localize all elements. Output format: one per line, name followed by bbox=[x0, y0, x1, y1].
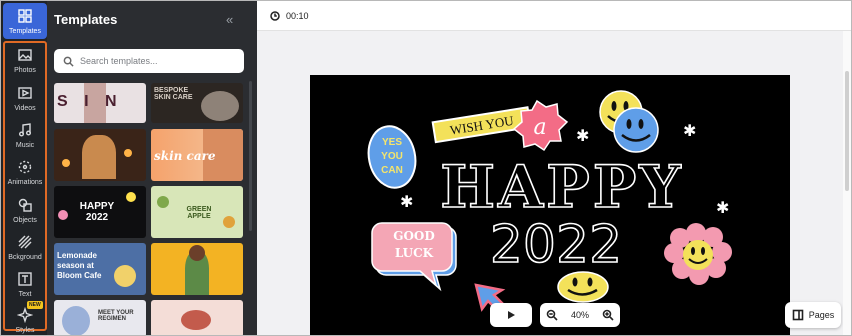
svg-text:✱: ✱ bbox=[716, 198, 729, 217]
thumb-text: HAPPY 2022 bbox=[79, 201, 115, 223]
templates-panel: Templates « S I N BESPOKE SKIN CARE skin… bbox=[47, 1, 257, 335]
zoom-level: 40% bbox=[570, 310, 589, 320]
search-icon bbox=[63, 56, 74, 67]
clock-icon bbox=[270, 10, 280, 21]
duration-text: 00:10 bbox=[286, 10, 309, 21]
rail-label-templates: Templates bbox=[9, 27, 41, 35]
can-text: CAN bbox=[381, 165, 403, 176]
new-badge: NEW bbox=[27, 301, 43, 309]
smiley-bottom-icon bbox=[557, 271, 609, 303]
photo-icon bbox=[18, 49, 32, 61]
template-thumb[interactable]: GREEN APPLE bbox=[151, 186, 243, 238]
rail-item-animations[interactable]: Animations bbox=[3, 159, 47, 186]
canvas-artwork: WISH YOU a YES YOU CAN ✱ ✱ ✱ ✱ HAPPY 202… bbox=[367, 90, 732, 319]
design-canvas[interactable]: WISH YOU a YES YOU CAN ✱ ✱ ✱ ✱ HAPPY 202… bbox=[310, 75, 790, 335]
thumb-text: BESPOKE SKIN CARE bbox=[154, 87, 193, 101]
top-bar: 00:10 bbox=[257, 1, 851, 31]
styles-icon bbox=[17, 307, 33, 323]
thumb-text: Lemonade season at Bloom Cafe bbox=[57, 251, 102, 280]
rail-label-styles: Styles bbox=[15, 327, 35, 334]
rail-item-text[interactable]: Text bbox=[3, 271, 47, 298]
template-thumb[interactable] bbox=[151, 300, 243, 335]
thumb-text: skin care bbox=[154, 149, 216, 163]
rail-item-videos[interactable]: Videos bbox=[3, 85, 47, 112]
template-thumb[interactable]: BESPOKE SKIN CARE bbox=[151, 83, 243, 123]
thumb-text: MEET YOUR REGIMEN bbox=[98, 310, 134, 322]
template-thumb[interactable]: skin care bbox=[151, 129, 243, 181]
good-text: GOOD bbox=[393, 229, 435, 243]
luck-text: LUCK bbox=[395, 246, 434, 260]
play-button[interactable] bbox=[490, 303, 532, 327]
template-thumb[interactable] bbox=[151, 243, 243, 295]
template-thumb[interactable] bbox=[54, 129, 146, 181]
flower-icon bbox=[664, 223, 732, 285]
zoom-in-icon[interactable] bbox=[602, 309, 614, 321]
background-icon bbox=[18, 235, 32, 249]
yes-text: YES bbox=[382, 137, 402, 148]
template-thumb[interactable]: MEET YOUR REGIMEN bbox=[54, 300, 146, 335]
pages-button[interactable]: Pages bbox=[785, 302, 841, 328]
svg-text:✱: ✱ bbox=[400, 192, 413, 211]
scroll-thumb[interactable] bbox=[845, 71, 849, 191]
search-box[interactable] bbox=[54, 49, 244, 73]
rail-item-music[interactable]: Music bbox=[3, 122, 47, 149]
video-icon bbox=[18, 87, 32, 99]
template-thumb[interactable]: S I N bbox=[54, 83, 146, 123]
rail-item-templates[interactable]: Templates bbox=[3, 3, 47, 39]
thumb-text: S I N bbox=[57, 93, 123, 110]
smiley-blue-icon bbox=[613, 107, 659, 153]
you-text: YOU bbox=[381, 151, 403, 162]
left-rail: Templates Photos Videos Music Animations… bbox=[1, 1, 47, 335]
rail-item-background[interactable]: Bckground bbox=[3, 234, 47, 261]
a-text: a bbox=[533, 115, 546, 140]
play-icon bbox=[508, 311, 515, 319]
collapse-panel-button[interactable]: « bbox=[226, 12, 233, 27]
rail-label-photos: Photos bbox=[14, 67, 36, 74]
rail-item-photos[interactable]: Photos bbox=[3, 47, 47, 74]
rail-label-animations: Animations bbox=[7, 179, 43, 186]
main-editor: 00:10 WISH YOU a YES YOU CAN ✱ ✱ ✱ ✱ HAP… bbox=[257, 1, 851, 335]
objects-icon bbox=[18, 198, 32, 212]
canvas-scrollbar[interactable] bbox=[843, 31, 851, 335]
templates-icon bbox=[18, 8, 32, 23]
music-icon bbox=[19, 123, 31, 137]
rail-label-text: Text bbox=[18, 291, 32, 298]
panel-title: Templates bbox=[54, 12, 118, 27]
svg-text:✱: ✱ bbox=[683, 121, 696, 140]
rail-label-objects: Objects bbox=[13, 217, 37, 224]
template-thumb[interactable]: HAPPY 2022 bbox=[54, 186, 146, 238]
year-text: 2022 bbox=[490, 215, 622, 275]
text-icon bbox=[18, 272, 32, 286]
happy-text: HAPPY bbox=[440, 153, 683, 221]
rail-label-videos: Videos bbox=[14, 105, 36, 112]
template-thumb[interactable]: Lemonade season at Bloom Cafe bbox=[54, 243, 146, 295]
rail-label-music: Music bbox=[15, 142, 35, 149]
thumb-text: GREEN APPLE bbox=[186, 206, 212, 220]
animation-icon bbox=[18, 160, 32, 174]
rail-label-background: Bckground bbox=[8, 254, 42, 261]
svg-text:✱: ✱ bbox=[576, 126, 589, 145]
search-input[interactable] bbox=[80, 56, 230, 66]
rail-item-styles[interactable]: NEW Styles bbox=[3, 301, 47, 334]
pages-icon bbox=[792, 309, 804, 321]
zoom-control: 40% bbox=[540, 303, 620, 327]
rail-item-objects[interactable]: Objects bbox=[3, 197, 47, 224]
zoom-out-icon[interactable] bbox=[546, 309, 558, 321]
pages-label: Pages bbox=[808, 310, 835, 320]
panel-scrollbar[interactable] bbox=[249, 81, 252, 231]
editor-window: Templates Photos Videos Music Animations… bbox=[0, 0, 852, 336]
